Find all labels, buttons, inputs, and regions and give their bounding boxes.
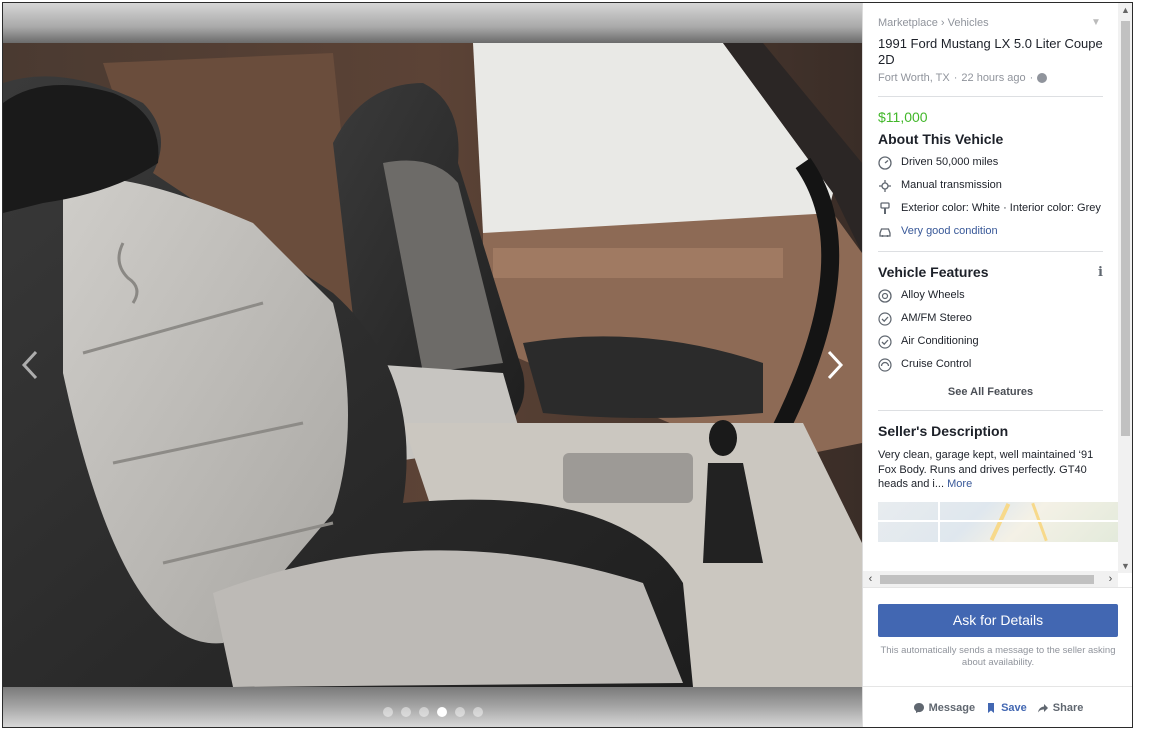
feature-item: Air Conditioning xyxy=(878,334,1103,349)
seller-description-heading-text: Seller's Description xyxy=(878,423,1009,439)
about-item-text: Driven 50,000 miles xyxy=(901,156,999,168)
feature-item-text: Alloy Wheels xyxy=(901,289,965,301)
listing-photo xyxy=(3,43,862,687)
marketplace-listing-window: Marketplace › Vehicles ▼ 1991 Ford Musta… xyxy=(2,2,1133,728)
meta-separator: · xyxy=(953,72,958,84)
transmission-icon xyxy=(878,179,892,193)
listing-location: Fort Worth, TX xyxy=(878,72,950,84)
share-button[interactable]: Share xyxy=(1037,701,1084,714)
cruise-control-icon xyxy=(878,357,892,372)
scroll-right-arrow[interactable]: › xyxy=(1103,571,1118,587)
photo-dot[interactable] xyxy=(454,707,465,717)
vehicle-features-heading: Vehicle Features i xyxy=(878,264,1103,280)
about-item: Manual transmission xyxy=(878,178,1103,193)
share-label: Share xyxy=(1052,701,1084,714)
location-map[interactable] xyxy=(878,501,1118,542)
photo-pagination-dots xyxy=(3,707,862,717)
next-photo-button[interactable] xyxy=(818,348,852,382)
photo-blur-top xyxy=(3,3,862,43)
ask-for-details-note: This automatically sends a message to th… xyxy=(880,645,1116,668)
photo-dot[interactable] xyxy=(382,707,393,717)
chevron-left-icon xyxy=(21,350,38,380)
horizontal-scrollbar-thumb[interactable] xyxy=(880,575,1094,584)
chevron-down-icon[interactable]: ▼ xyxy=(1091,17,1101,28)
listing-details-panel: Marketplace › Vehicles ▼ 1991 Ford Musta… xyxy=(862,3,1132,727)
share-icon xyxy=(1037,703,1048,712)
divider xyxy=(878,96,1103,97)
wheel-icon xyxy=(878,288,892,303)
breadcrumb-marketplace-link[interactable]: Marketplace xyxy=(878,17,938,29)
photo-dot[interactable] xyxy=(436,707,447,717)
scroll-left-arrow[interactable]: ‹ xyxy=(863,571,878,587)
about-vehicle-heading: About This Vehicle xyxy=(878,131,1103,147)
vertical-scrollbar-thumb[interactable] xyxy=(1121,21,1130,436)
about-vehicle-list: Driven 50,000 miles Manual transmission Ex… xyxy=(878,155,1103,239)
save-label: Save xyxy=(1001,701,1027,714)
photo-dot[interactable] xyxy=(400,707,411,717)
feature-item-text: Air Conditioning xyxy=(901,335,979,347)
message-button[interactable]: Message xyxy=(913,702,975,714)
save-button[interactable]: Save xyxy=(985,702,1027,714)
bookmark-icon xyxy=(988,702,995,713)
more-link[interactable]: More xyxy=(947,478,972,490)
speedometer-icon xyxy=(878,155,892,170)
see-all-features-button[interactable]: See All Features xyxy=(878,386,1103,398)
details-scroll-area[interactable]: Marketplace › Vehicles ▼ 1991 Ford Musta… xyxy=(863,3,1132,587)
previous-photo-button[interactable] xyxy=(13,348,47,382)
about-item-text: Exterior color: White · Interior color: … xyxy=(901,202,1101,214)
info-icon[interactable]: i xyxy=(1098,265,1103,280)
car-icon xyxy=(878,225,892,239)
vehicle-features-heading-text: Vehicle Features xyxy=(878,264,989,280)
vertical-scrollbar[interactable]: ▲ ▼ xyxy=(1118,3,1132,573)
feature-item: Alloy Wheels xyxy=(878,288,1103,303)
feature-item-text: Cruise Control xyxy=(901,358,972,370)
globe-icon xyxy=(1037,73,1048,83)
vehicle-features-list: Alloy Wheels AM/FM Stereo Air Conditioning… xyxy=(878,288,1103,372)
message-label: Message xyxy=(928,701,976,714)
feature-item-text: AM/FM Stereo xyxy=(901,312,972,324)
about-item-text: Manual transmission xyxy=(901,179,1002,191)
about-item-text[interactable]: Very good condition xyxy=(901,224,998,239)
seller-description-text: Very clean, garage kept, well maintained… xyxy=(878,449,1094,490)
about-vehicle-heading-text: About This Vehicle xyxy=(878,131,1004,147)
check-circle-icon xyxy=(878,311,892,326)
photo-viewer xyxy=(3,3,862,727)
listing-actions: Message Save Share xyxy=(863,686,1132,727)
horizontal-scrollbar[interactable]: ‹ › xyxy=(863,571,1118,587)
photo-dot[interactable] xyxy=(418,707,429,717)
listing-price: $11,000 xyxy=(878,109,928,125)
divider xyxy=(878,251,1103,252)
feature-item: Cruise Control xyxy=(878,357,1103,372)
listing-posted-time: 22 hours ago xyxy=(961,72,1026,84)
about-item: Driven 50,000 miles xyxy=(878,155,1103,170)
paint-icon xyxy=(878,201,892,216)
seller-description-heading: Seller's Description xyxy=(878,423,1103,439)
breadcrumb-vehicles-link[interactable]: Vehicles xyxy=(948,17,989,29)
chevron-right-icon xyxy=(827,350,844,380)
check-circle-icon xyxy=(878,334,892,349)
messenger-icon xyxy=(913,702,924,713)
scroll-up-arrow[interactable]: ▲ xyxy=(1118,3,1132,17)
feature-item: AM/FM Stereo xyxy=(878,311,1103,326)
about-item[interactable]: Very good condition xyxy=(878,224,1103,239)
meta-separator: · xyxy=(1029,72,1034,84)
breadcrumb: Marketplace › Vehicles xyxy=(878,17,1103,29)
breadcrumb-separator: › xyxy=(940,17,945,29)
listing-meta: Fort Worth, TX · 22 hours ago · xyxy=(878,72,1103,84)
divider xyxy=(878,410,1103,411)
seller-description: Very clean, garage kept, well maintained… xyxy=(878,448,1103,492)
about-item: Exterior color: White · Interior color: … xyxy=(878,201,1103,216)
photo-dot[interactable] xyxy=(472,707,483,717)
listing-footer: Ask for Details This automatically sends… xyxy=(863,587,1132,727)
ask-for-details-button[interactable]: Ask for Details xyxy=(878,604,1118,637)
scroll-down-arrow[interactable]: ▼ xyxy=(1118,559,1132,573)
listing-title: 1991 Ford Mustang LX 5.0 Liter Coupe 2D xyxy=(878,36,1103,67)
